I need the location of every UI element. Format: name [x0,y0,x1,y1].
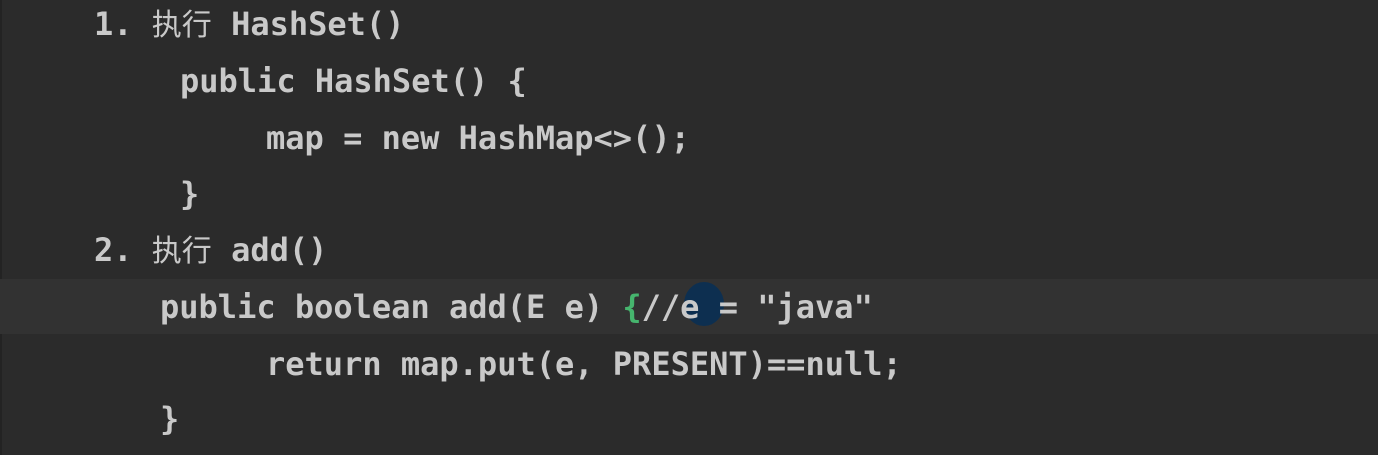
matched-brace: { [622,288,642,326]
code-line-8[interactable]: } [160,391,179,447]
step-number: 1. [94,5,133,43]
code-line-5[interactable]: 2. 执行 add() [94,222,327,278]
code-line-4[interactable]: } [180,166,199,222]
step-label: 执行 [151,234,212,269]
code-comment: //e = "java" [641,288,873,326]
step-text: add() [231,231,328,269]
code-line-3[interactable]: map = new HashMap<>(); [266,110,690,166]
editor-left-edge [0,0,2,455]
step-label: 执行 [151,8,212,43]
step-text: HashSet() [231,5,405,43]
code-line-2[interactable]: public HashSet() { [180,53,527,109]
step-number: 2. [94,231,133,269]
code-line-7[interactable]: return map.put(e, PRESENT)==null; [266,336,902,392]
code-signature: public boolean add(E e) [160,288,623,326]
code-line-6[interactable]: public boolean add(E e) {//e = "java" [160,279,873,335]
code-editor[interactable]: 1. 执行 HashSet() public HashSet() { map =… [0,0,1378,455]
code-line-1[interactable]: 1. 执行 HashSet() [94,0,404,52]
